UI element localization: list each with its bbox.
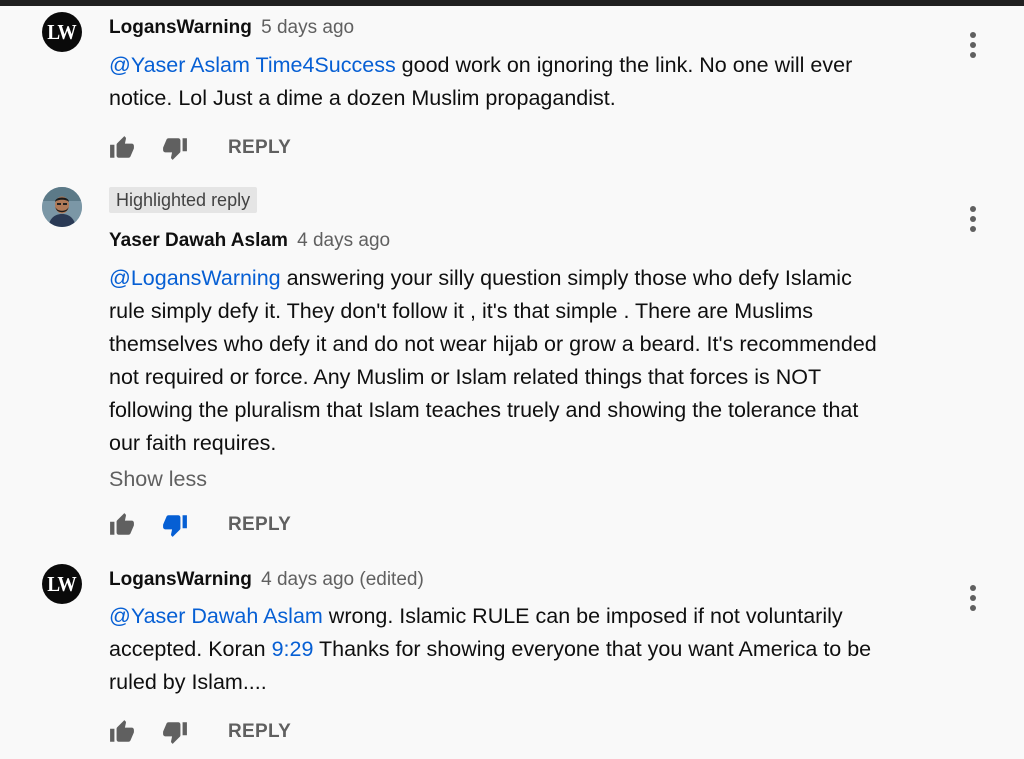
timestamp[interactable]: 4 days ago (edited) <box>261 569 424 590</box>
comment-actions: REPLY <box>109 133 309 163</box>
thumbs-up-icon[interactable] <box>109 135 135 161</box>
comment-text: @Yaser Aslam Time4Success good work on i… <box>109 53 853 110</box>
more-vert-icon[interactable] <box>964 583 982 617</box>
thumbs-up-icon[interactable] <box>109 719 135 745</box>
comment-actions: REPLY <box>109 510 309 540</box>
top-bar <box>0 0 1024 6</box>
reply-button[interactable]: REPLY <box>228 717 291 747</box>
more-vert-icon[interactable] <box>964 30 982 64</box>
thumbs-up-icon[interactable] <box>109 512 135 538</box>
mention-link[interactable]: @LogansWarning <box>109 266 281 290</box>
reply-button[interactable]: REPLY <box>228 133 291 163</box>
author-name[interactable]: LogansWarning <box>109 569 252 590</box>
timestamp[interactable]: 5 days ago <box>261 17 354 38</box>
thumbs-down-icon[interactable] <box>162 512 188 538</box>
avatar[interactable]: LW <box>42 564 82 604</box>
comment-actions: REPLY <box>109 717 309 747</box>
more-vert-icon[interactable] <box>964 204 982 238</box>
author-name[interactable]: Yaser Dawah Aslam <box>109 230 288 251</box>
highlighted-reply-badge: Highlighted reply <box>109 187 258 213</box>
author-name[interactable]: LogansWarning <box>109 17 252 38</box>
comment-header: LogansWarning 4 days ago (edited) <box>109 568 424 592</box>
avatar[interactable] <box>42 187 82 227</box>
timestamp-link[interactable]: 9:29 <box>272 637 314 661</box>
comment-header: LogansWarning 5 days ago <box>109 16 354 40</box>
user-photo-icon <box>42 187 82 227</box>
comment-text: @LogansWarning answering your silly ques… <box>109 266 877 455</box>
mention-link[interactable]: @Yaser Aslam Time4Success <box>109 53 396 77</box>
thumbs-down-icon[interactable] <box>162 135 188 161</box>
timestamp[interactable]: 4 days ago <box>297 230 390 251</box>
avatar[interactable]: LW <box>42 12 82 52</box>
comment-text: @Yaser Dawah Aslam wrong. Islamic RULE c… <box>109 604 872 694</box>
reply-button[interactable]: REPLY <box>228 510 291 540</box>
show-less-button[interactable]: Show less <box>109 465 207 493</box>
mention-link[interactable]: @Yaser Dawah Aslam <box>109 604 323 628</box>
comment-header: Yaser Dawah Aslam 4 days ago <box>109 229 390 253</box>
thumbs-down-icon[interactable] <box>162 719 188 745</box>
